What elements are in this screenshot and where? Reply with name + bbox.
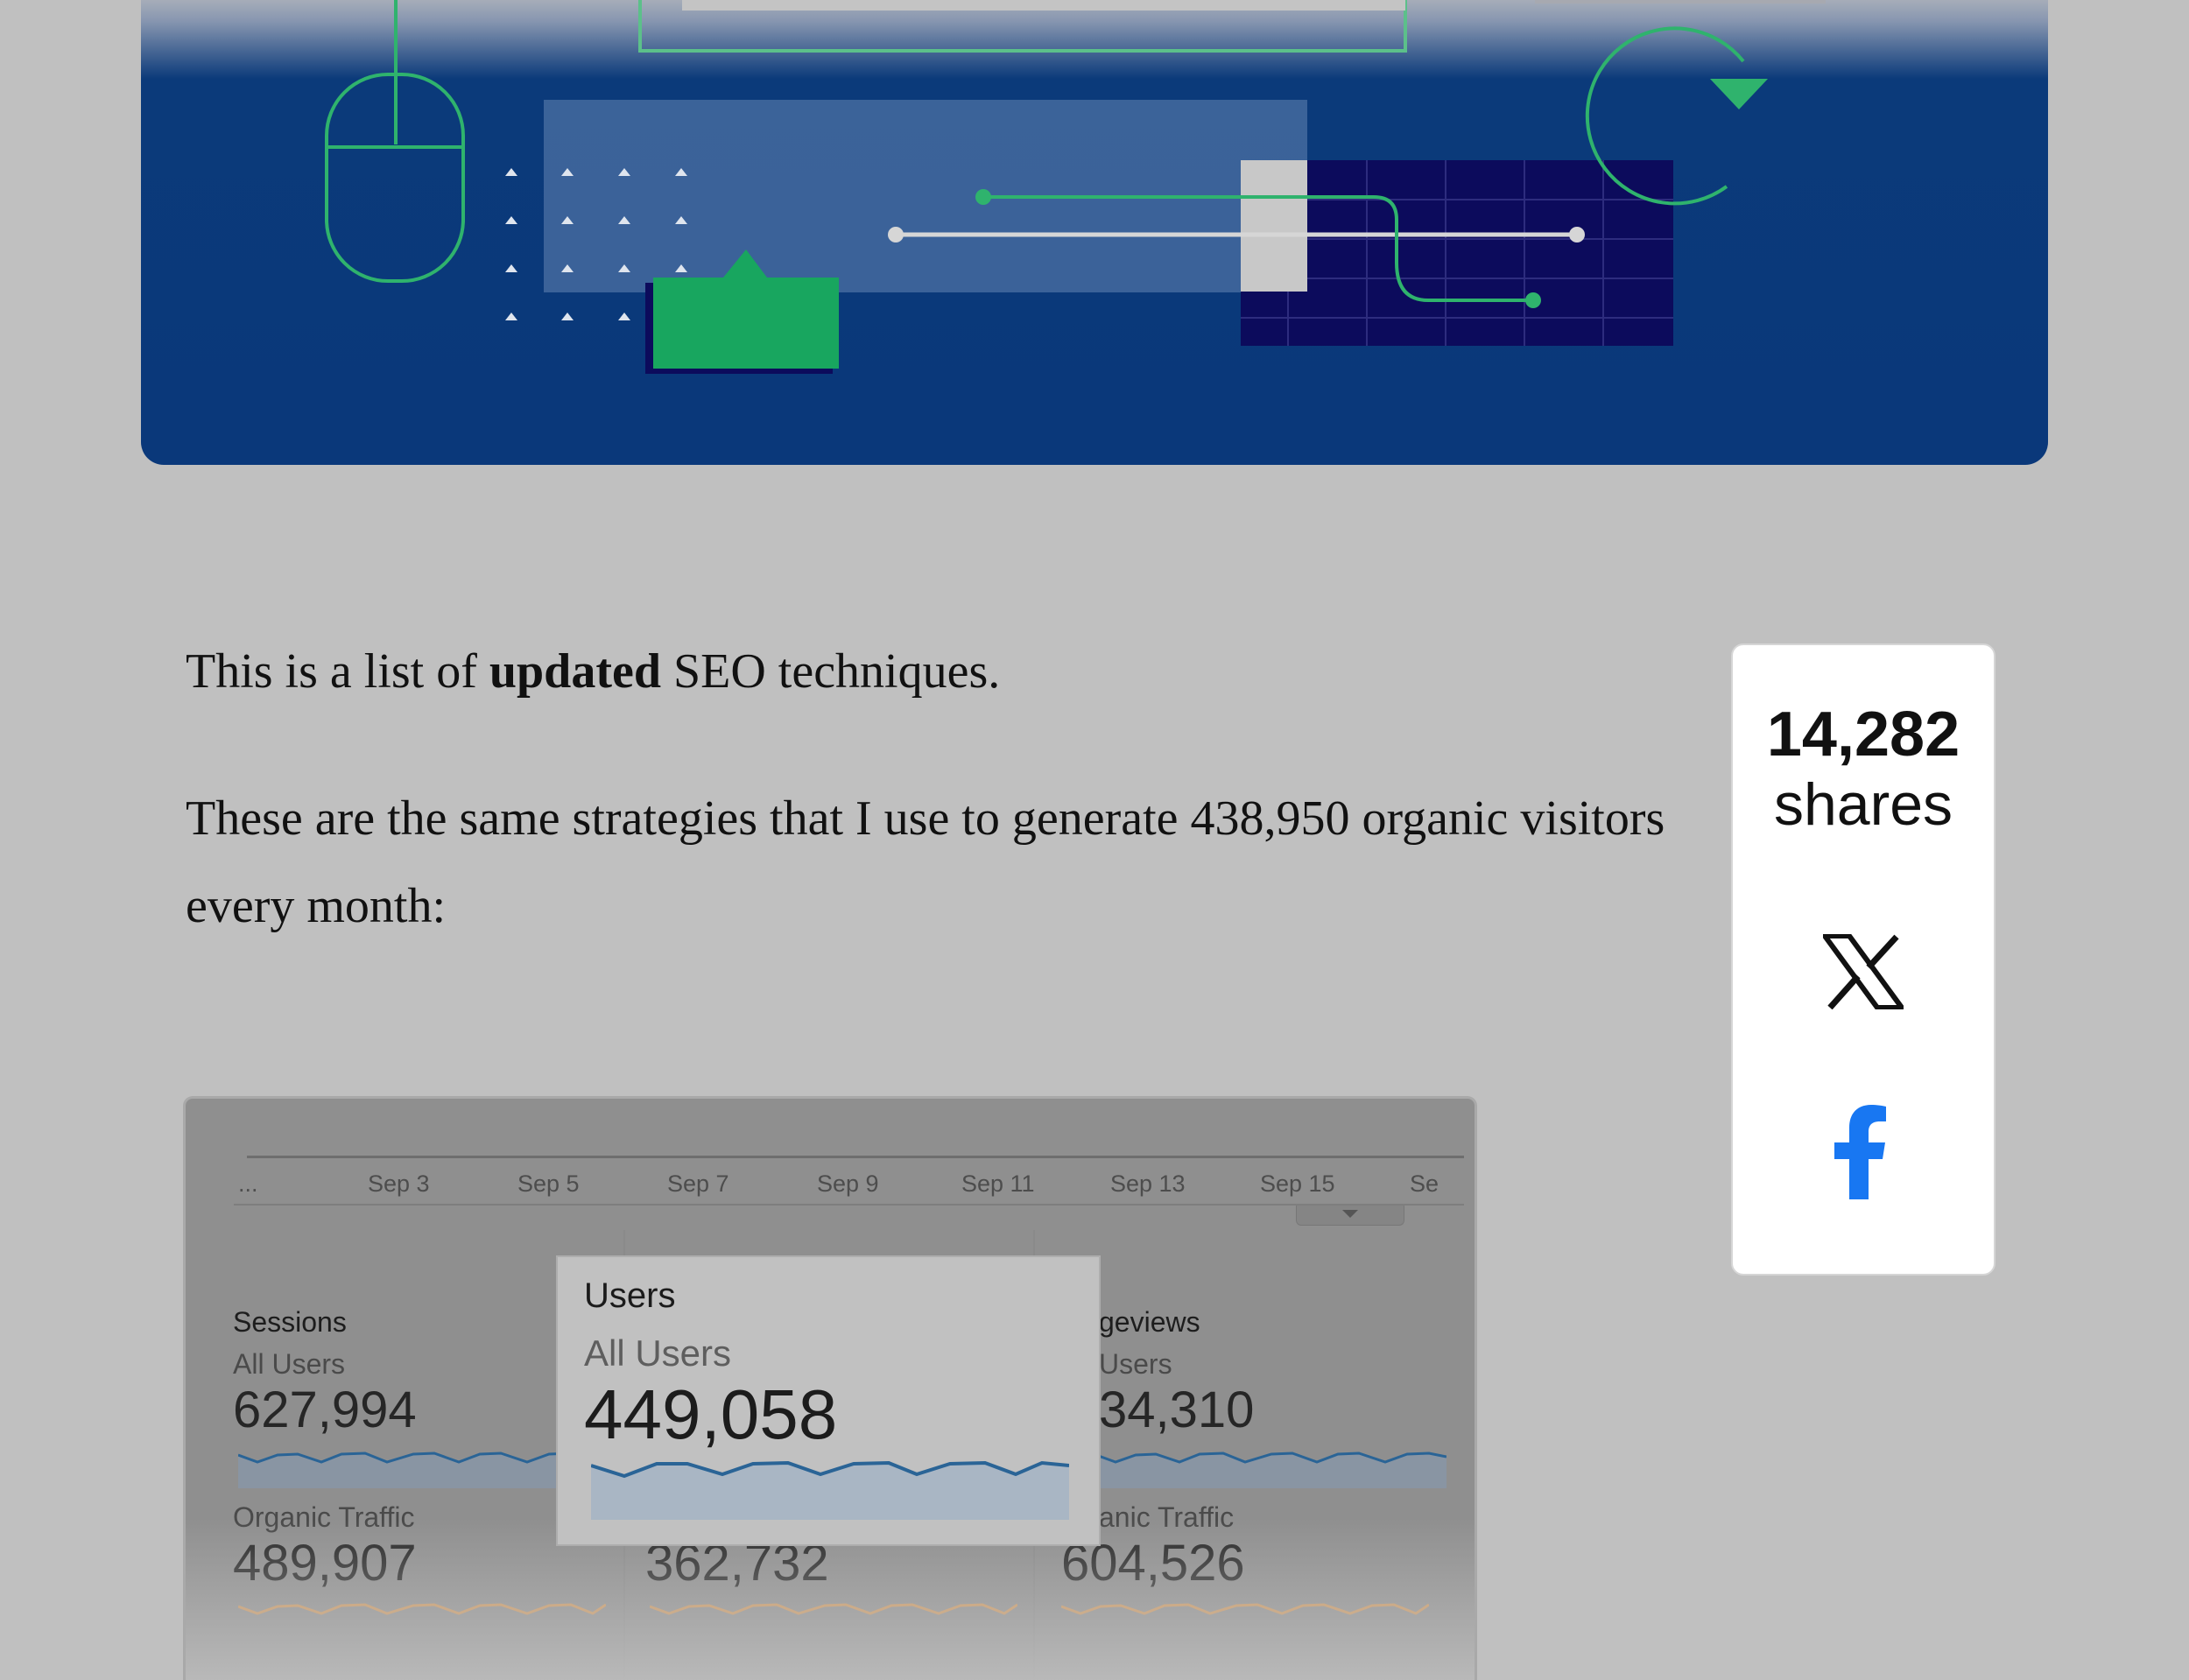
dropdown-toggle[interactable] xyxy=(1296,1206,1404,1226)
tick-label: Sep 13 xyxy=(1110,1170,1186,1197)
metric-segment: Users xyxy=(1099,1348,1172,1380)
metric-label-organic: Organic Traffic xyxy=(233,1501,415,1533)
sparkline-users xyxy=(591,1460,1069,1520)
users-highlight-card: Users All Users 449,058 xyxy=(556,1255,1101,1546)
metric-value-organic: 489,907 xyxy=(233,1535,417,1592)
caret-down-icon xyxy=(1342,1210,1358,1218)
intro-paragraph: This is a list of updated SEO techniques… xyxy=(186,644,1001,699)
tick-label: Sep 7 xyxy=(667,1170,729,1197)
metric-value-users: 449,058 xyxy=(584,1375,838,1453)
sparkline-organic xyxy=(238,1603,606,1615)
metric-title-pageviews: geviews xyxy=(1099,1306,1200,1338)
strategy-paragraph: These are the same strategies that I use… xyxy=(186,791,1665,933)
metric-segment: All Users xyxy=(584,1332,732,1374)
chart-top-line xyxy=(247,1156,1464,1158)
tick-label: Sep 15 xyxy=(1260,1170,1335,1197)
tick-label: Sep 3 xyxy=(368,1170,430,1197)
tick-label: Sep 5 xyxy=(517,1170,580,1197)
tick-label: Sep 9 xyxy=(817,1170,879,1197)
tick-label: Sep 11 xyxy=(961,1170,1035,1197)
metric-value-pageviews: 34,310 xyxy=(1099,1381,1255,1438)
sparkline-pageviews xyxy=(1096,1452,1446,1488)
metric-title-users: Users xyxy=(584,1276,676,1315)
date-axis-baseline xyxy=(234,1204,1464,1206)
sparkline-organic xyxy=(1061,1603,1429,1615)
metric-value-sessions: 627,994 xyxy=(233,1381,417,1438)
share-count: 14,282 xyxy=(1766,699,1960,770)
share-widget: 14,282 shares xyxy=(1731,643,1995,1276)
metric-title-sessions: Sessions xyxy=(233,1306,347,1338)
metric-label-organic: anic Traffic xyxy=(1099,1501,1235,1533)
x-icon[interactable] xyxy=(1822,933,1904,1014)
sparkline-sessions xyxy=(238,1452,588,1488)
tick-label: Se xyxy=(1410,1170,1439,1197)
metric-segment: All Users xyxy=(233,1348,346,1380)
bold-word: updated xyxy=(489,644,661,699)
share-label: shares xyxy=(1773,771,1953,838)
sparkline-organic xyxy=(650,1603,1017,1615)
tick-label: ... xyxy=(238,1170,258,1197)
hero-illustration xyxy=(141,0,2048,465)
facebook-icon[interactable] xyxy=(1834,1105,1890,1204)
